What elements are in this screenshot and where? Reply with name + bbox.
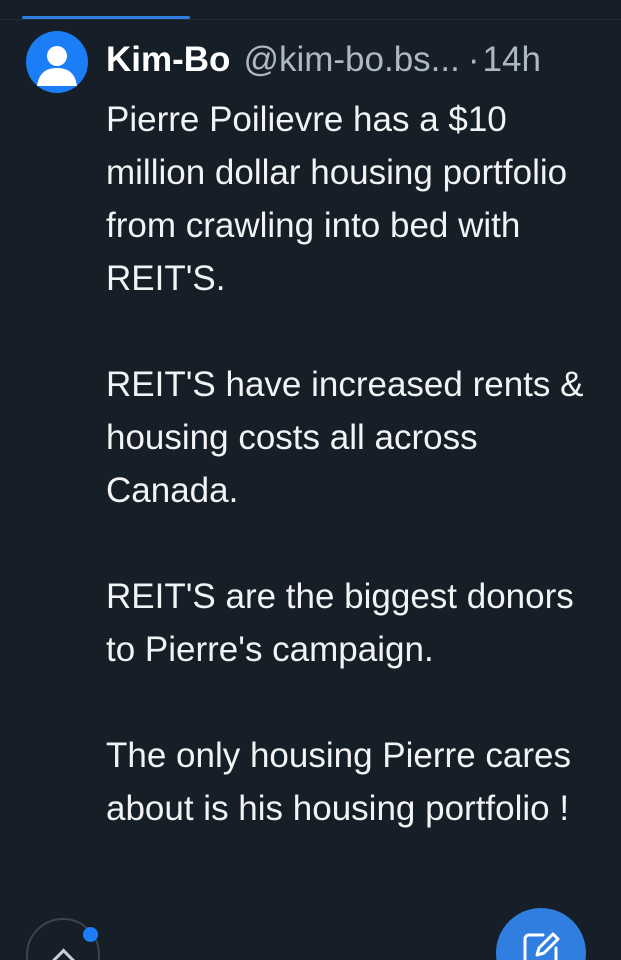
post-header: Kim-Bo @kim-bo.bs... · 14h [106,36,606,84]
unread-indicator [83,927,98,942]
compose-button[interactable] [496,908,586,960]
post-paragraph: Pierre Poilievre has a $10 million dolla… [106,100,568,298]
post-timestamp: 14h [482,40,541,79]
chevron-up-icon [51,948,76,960]
post-paragraph: REIT'S are the biggest donors to Pierre'… [106,577,574,669]
avatar[interactable] [26,31,88,93]
post-text: Pierre Poilievre has a $10 million dolla… [106,93,606,888]
default-user-avatar-icon [37,46,77,86]
compose-pencil-icon [523,932,560,960]
author-handle[interactable]: @kim-bo.bs... [243,36,459,84]
post-paragraph: The only housing Pierre cares about is h… [106,736,571,828]
author-name[interactable]: Kim-Bo [106,36,230,84]
top-divider [0,19,621,20]
separator-dot: · [467,40,480,79]
post-paragraph: REIT'S have increased rents & housing co… [106,365,584,510]
